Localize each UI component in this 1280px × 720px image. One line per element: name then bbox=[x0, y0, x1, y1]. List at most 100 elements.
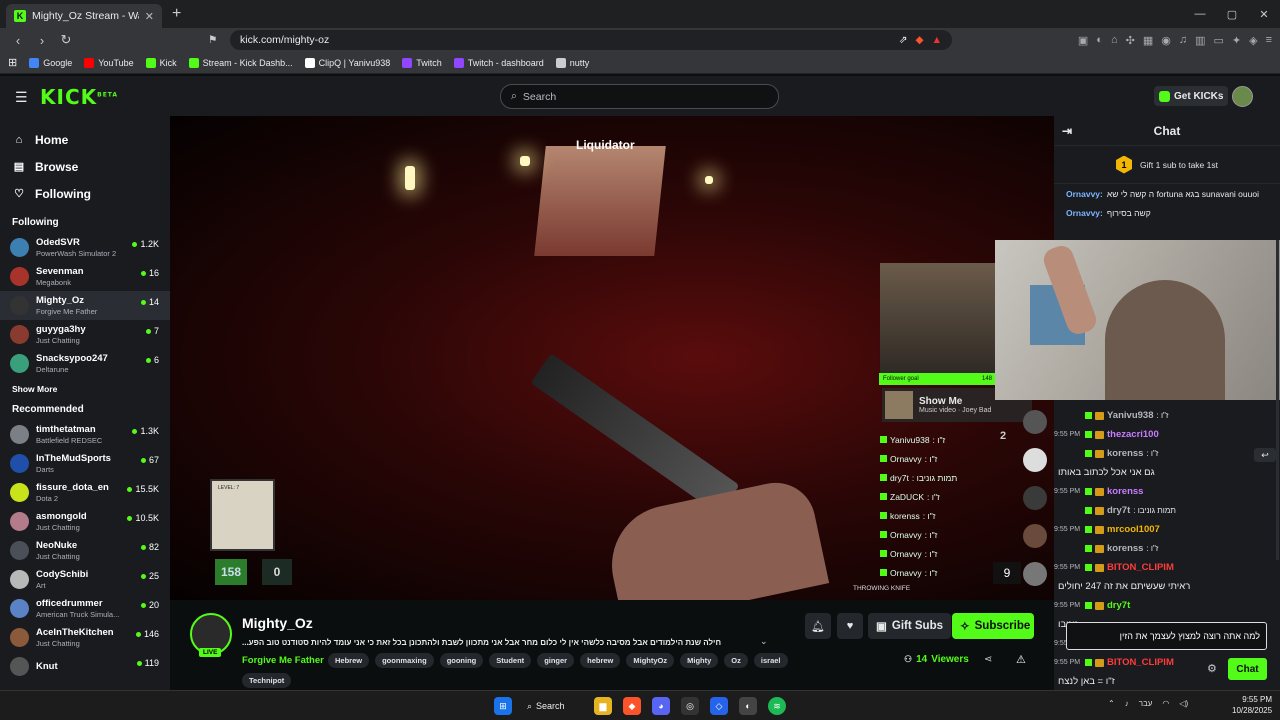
chat-username[interactable]: BITON_CLIPIM bbox=[1107, 657, 1174, 668]
extension-icon[interactable]: ⌂ bbox=[1111, 34, 1118, 47]
chat-username[interactable]: Yanivu938 bbox=[1107, 410, 1153, 421]
brave-browser-icon[interactable]: ◆ bbox=[623, 697, 641, 715]
bookmark-item[interactable]: Kick bbox=[145, 57, 177, 68]
extension-icon[interactable]: ▦ bbox=[1143, 34, 1153, 47]
windows-start-icon[interactable]: ⊞ bbox=[494, 697, 512, 715]
share-icon[interactable]: ⇗ bbox=[899, 34, 908, 46]
maximize-icon[interactable]: ▢ bbox=[1216, 8, 1248, 21]
bookmark-item[interactable]: Twitch bbox=[402, 57, 442, 68]
chat-username[interactable]: BITON_CLIPIM bbox=[1107, 562, 1174, 573]
app-icon[interactable]: ◇ bbox=[710, 697, 728, 715]
chat-username[interactable]: korenss bbox=[1107, 448, 1143, 459]
tag[interactable]: Student bbox=[489, 653, 532, 668]
chat-message-input[interactable]: למה אתה רוצה למצוץ לעצמך את הזין bbox=[1066, 622, 1267, 650]
video-player[interactable]: Liquidator LEVEL: 7 158 0 Follower goal … bbox=[170, 116, 1054, 600]
bookmark-icon[interactable]: ⚑ bbox=[208, 34, 217, 46]
leo-icon[interactable]: ✦ bbox=[1232, 34, 1241, 47]
address-bar[interactable]: ⚑ kick.com/mighty-oz ⇗ ◆ ▲ bbox=[208, 30, 952, 50]
subscribe-button[interactable]: ✧ Subscribe bbox=[952, 613, 1034, 639]
extension-icon[interactable]: ▣ bbox=[1078, 34, 1088, 47]
get-kicks-button[interactable]: Get KICKs bbox=[1154, 86, 1229, 106]
language-indicator[interactable]: עבר bbox=[1139, 699, 1153, 708]
bookmark-item[interactable]: YouTube bbox=[84, 57, 134, 68]
sidebar-channel[interactable]: Snacksypoo247 Deltarune 6 bbox=[0, 349, 170, 378]
bookmark-item[interactable]: ClipQ | Yanivu938 bbox=[304, 57, 390, 68]
sidebar-channel[interactable]: officedrummer American Truck Simula... 20 bbox=[0, 594, 170, 623]
gear-icon[interactable]: ⚙ bbox=[1207, 662, 1217, 675]
chevron-down-icon[interactable]: ⌄ bbox=[760, 636, 768, 647]
chat-send-button[interactable]: Chat bbox=[1228, 658, 1267, 680]
music-icon[interactable]: ♫ bbox=[1179, 34, 1187, 47]
follow-heart-button[interactable]: ♥ bbox=[837, 613, 863, 639]
stream-category[interactable]: Forgive Me Father bbox=[242, 655, 324, 666]
chat-username[interactable]: korenss bbox=[1107, 486, 1143, 497]
apps-icon[interactable]: ⊞ bbox=[8, 56, 17, 69]
sidebar-channel[interactable]: CodySchibi Art 25 bbox=[0, 565, 170, 594]
puzzle-icon[interactable]: ✣ bbox=[1126, 34, 1135, 47]
collapse-chat-icon[interactable]: ⇥ bbox=[1062, 124, 1072, 138]
tag[interactable]: hebrew bbox=[580, 653, 621, 668]
extension-icon[interactable]: ◉ bbox=[1161, 34, 1171, 47]
tag[interactable]: israel bbox=[753, 653, 788, 668]
app-icon[interactable]: ◐ bbox=[739, 697, 757, 715]
spotify-icon[interactable]: ≋ bbox=[768, 697, 786, 715]
chat-username[interactable]: dry7t bbox=[1107, 600, 1130, 611]
taskbar-search[interactable]: ⌕ Search bbox=[527, 696, 579, 716]
user-avatar[interactable] bbox=[1232, 86, 1253, 107]
wifi-icon[interactable]: ◠ bbox=[1162, 699, 1169, 708]
sidebar-channel[interactable]: timthetatman Battlefield REDSEC 1.3K bbox=[0, 420, 170, 449]
volume-icon[interactable]: ◁) bbox=[1179, 699, 1188, 708]
file-explorer-icon[interactable]: ▆ bbox=[594, 697, 612, 715]
bookmark-item[interactable]: Stream - Kick Dashb... bbox=[188, 57, 293, 68]
kick-logo[interactable]: KICKBETA bbox=[40, 85, 118, 109]
search-input[interactable]: ⌕ Search bbox=[500, 84, 779, 109]
bookmark-item[interactable]: nutty bbox=[555, 57, 589, 68]
nav-item-browse[interactable]: ▤ Browse bbox=[0, 153, 170, 180]
tag[interactable]: gooning bbox=[439, 653, 484, 668]
browser-tab[interactable]: K Mighty_Oz Stream - Watch Li ✕ bbox=[6, 4, 162, 28]
hamburger-menu-icon[interactable]: ☰ bbox=[15, 89, 28, 106]
close-window-icon[interactable]: ✕ bbox=[1248, 8, 1280, 21]
menu-icon[interactable]: ≡ bbox=[1266, 34, 1272, 47]
clock[interactable]: 9:55 PM 10/28/2025 bbox=[1232, 694, 1272, 716]
show-more-button[interactable]: Show More bbox=[0, 378, 170, 400]
nav-item-following[interactable]: ♡ Following bbox=[0, 180, 170, 207]
chat-username[interactable]: thezacri100 bbox=[1107, 429, 1159, 440]
sidebar-channel[interactable]: Mighty_Oz Forgive Me Father 14 bbox=[0, 291, 170, 320]
tag[interactable]: Technipot bbox=[242, 673, 292, 688]
sidebar-channel[interactable]: AceInTheKitchen Just Chatting 146 bbox=[0, 623, 170, 652]
brave-shield-icon[interactable]: ◆ bbox=[916, 34, 924, 46]
back-icon[interactable]: ‹ bbox=[8, 33, 28, 48]
tag[interactable]: goonmaxing bbox=[375, 653, 434, 668]
chat-username[interactable]: Ornavvy: bbox=[1066, 189, 1103, 199]
forward-icon[interactable]: › bbox=[32, 33, 52, 48]
sidebar-channel[interactable]: asmongold Just Chatting 10.5K bbox=[0, 507, 170, 536]
vpn-icon[interactable]: ◈ bbox=[1249, 34, 1257, 47]
nav-item-home[interactable]: ⌂ Home bbox=[0, 126, 170, 153]
rewards-icon[interactable]: ▲ bbox=[932, 34, 942, 46]
reload-icon[interactable]: ↻ bbox=[56, 32, 76, 48]
scroll-down-icon[interactable]: ↩ bbox=[1254, 448, 1276, 462]
chat-username[interactable]: mrcool1007 bbox=[1107, 524, 1160, 535]
chat-username[interactable]: korenss bbox=[1107, 543, 1143, 554]
chat-scrollbar[interactable] bbox=[1276, 240, 1279, 560]
tag[interactable]: Mighty bbox=[680, 653, 719, 668]
tag[interactable]: ginger bbox=[537, 653, 575, 668]
tag[interactable]: Hebrew bbox=[328, 653, 370, 668]
gift-leaderboard[interactable]: 1 Gift 1 sub to take 1st bbox=[1054, 146, 1280, 184]
minimize-icon[interactable]: — bbox=[1184, 8, 1216, 21]
tag[interactable]: MightyOz bbox=[626, 653, 675, 668]
sidebar-channel[interactable]: NeoNuke Just Chatting 82 bbox=[0, 536, 170, 565]
sidebar-channel[interactable]: Knut 119 bbox=[0, 652, 170, 681]
chat-username[interactable]: Ornavvy: bbox=[1066, 208, 1103, 218]
share-icon[interactable]: ⋖ bbox=[984, 654, 992, 665]
mic-icon[interactable]: ♪ bbox=[1125, 699, 1129, 708]
close-tab-icon[interactable]: ✕ bbox=[145, 10, 154, 23]
streamer-name[interactable]: Mighty_Oz bbox=[242, 615, 313, 631]
notification-bell-button[interactable]: 🔔︎ bbox=[805, 613, 831, 639]
bookmark-item[interactable]: Google bbox=[29, 57, 72, 68]
app-icon[interactable]: ◎ bbox=[681, 697, 699, 715]
wallet-icon[interactable]: ▭ bbox=[1213, 34, 1223, 47]
new-tab-icon[interactable]: + bbox=[172, 5, 181, 23]
report-icon[interactable]: ⚠ bbox=[1016, 653, 1026, 666]
